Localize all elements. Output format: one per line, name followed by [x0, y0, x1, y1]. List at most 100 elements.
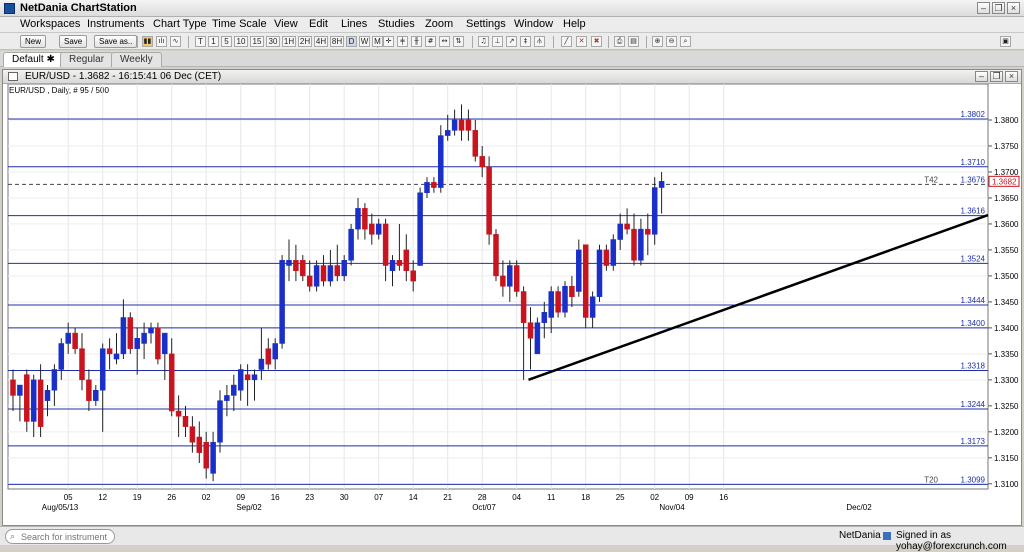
minimize-icon[interactable]: – [977, 2, 990, 14]
horizontal-line-icon[interactable]: ╪ [397, 36, 408, 47]
bar-chart-icon[interactable]: ılı [156, 36, 167, 47]
plot-area [7, 84, 989, 490]
timeframe-1-button[interactable]: 1 [208, 36, 219, 47]
grid-icon[interactable]: # [425, 36, 436, 47]
level-label: 1.3676 [961, 175, 986, 184]
line-chart-icon[interactable]: ∿ [170, 36, 181, 47]
trend-tool-icon[interactable]: ↗ [506, 36, 517, 47]
tab-default[interactable]: Default ✱ [3, 52, 64, 67]
new-button[interactable]: New [20, 35, 47, 48]
candle-body [479, 156, 485, 168]
save-as-button[interactable]: Save as.. [94, 35, 138, 48]
price-chart[interactable]: EUR/USD , Daily, # 95 / 500 05 12 19 26 02 09 1… [3, 84, 1021, 525]
zoom-in-icon[interactable]: ⊕ [652, 36, 663, 47]
candlestick-chart-icon[interactable]: ▮▮ [142, 36, 153, 47]
candle-body [237, 369, 244, 391]
app-title-bar: NetDania ChartStation – ❐ × [0, 0, 1024, 17]
chart-window-title: EUR/USD - 1.3682 - 16:15:41 06 Dec (CET) [25, 71, 222, 82]
timeframe-8h-button[interactable]: 8H [330, 36, 344, 47]
timeframe-4h-button[interactable]: 4H [314, 36, 328, 47]
menu-lines[interactable]: Lines [341, 18, 367, 30]
chart-close-icon[interactable]: × [1005, 71, 1018, 82]
timeframe-w-button[interactable]: W [359, 36, 370, 47]
candle-body [645, 228, 651, 235]
candle-body [569, 286, 575, 297]
menu-instruments[interactable]: Instruments [87, 18, 144, 30]
x-tick-label: 02 [650, 493, 659, 502]
tab-regular[interactable]: Regular [60, 52, 114, 67]
timeframe-15-button[interactable]: 15 [250, 36, 264, 47]
timeframe-5-button[interactable]: 5 [221, 36, 232, 47]
close-icon[interactable]: × [1007, 2, 1020, 14]
pan-icon[interactable]: ↔ [439, 36, 450, 47]
timeframe-d-button[interactable]: D [346, 36, 357, 47]
instrument-search[interactable]: ⌕ [5, 529, 115, 544]
y-tick-label: 1.3700 [994, 168, 1019, 177]
menu-bar: Workspaces Instruments Chart Type Time S… [0, 17, 1024, 33]
candle-body [444, 130, 451, 136]
level-label: 1.3616 [961, 207, 986, 216]
restore-icon[interactable]: ❐ [992, 2, 1005, 14]
save-button[interactable]: Save [59, 35, 88, 48]
menu-settings[interactable]: Settings [466, 18, 506, 30]
chart-minimize-icon[interactable]: – [975, 71, 988, 82]
export-icon[interactable]: ▤ [628, 36, 639, 47]
chart-restore-icon[interactable]: ❐ [990, 71, 1003, 82]
candle-body [369, 223, 375, 235]
candle-body [638, 228, 644, 261]
fibonacci-icon[interactable]: ⊥ [492, 36, 503, 47]
scale-icon[interactable]: ⇅ [453, 36, 464, 47]
candle-body [513, 265, 520, 292]
tab-default-label: Default [12, 54, 44, 65]
candle-body [168, 353, 175, 412]
level-label: 1.3524 [961, 254, 986, 263]
tab-weekly[interactable]: Weekly [111, 52, 162, 67]
candle-body [272, 343, 278, 360]
menu-view[interactable]: View [274, 18, 298, 30]
delete-icon[interactable]: ✕ [576, 36, 587, 47]
vertical-line-icon[interactable]: ╫ [411, 36, 422, 47]
menu-window[interactable]: Window [514, 18, 553, 30]
search-input[interactable] [21, 531, 109, 542]
x-tick-label: 28 [478, 493, 487, 502]
zoom-fit-icon[interactable]: ⌕ [680, 36, 691, 47]
menu-chart-type[interactable]: Chart Type [153, 18, 207, 30]
timeframe-2h-button[interactable]: 2H [298, 36, 312, 47]
candle-body [451, 119, 458, 131]
level-label: 1.3400 [961, 319, 986, 328]
candle-body [196, 436, 203, 453]
menu-workspaces[interactable]: Workspaces [20, 18, 80, 30]
workspace-tabs: Default ✱ Regular Weekly [0, 51, 1024, 67]
candle-body [293, 260, 299, 271]
timeframe-10-button[interactable]: 10 [234, 36, 248, 47]
candle-body [127, 317, 134, 349]
candle-body [382, 223, 389, 266]
menu-time-scale[interactable]: Time Scale [212, 18, 267, 30]
candle-body [562, 286, 568, 313]
candle-body [258, 358, 265, 370]
menu-zoom[interactable]: Zoom [425, 18, 453, 30]
crosshair-icon[interactable]: ✛ [383, 36, 394, 47]
candle-body [417, 192, 423, 266]
timeframe-30-button[interactable]: 30 [266, 36, 280, 47]
candle-body [520, 291, 527, 323]
candle-body [58, 343, 65, 370]
pitchfork-icon[interactable]: ⫛ [534, 36, 545, 47]
timeframe-1h-button[interactable]: 1H [282, 36, 296, 47]
draw-line-icon[interactable]: ╱ [561, 36, 572, 47]
print-icon[interactable]: ⎙ [614, 36, 625, 47]
delete-all-icon[interactable]: ✖ [591, 36, 602, 47]
zoom-out-icon[interactable]: ⊖ [666, 36, 677, 47]
menu-edit[interactable]: Edit [309, 18, 328, 30]
bell-icon[interactable]: ♫ [478, 36, 489, 47]
timeframe-t-button[interactable]: T [195, 36, 206, 47]
candle-body [113, 353, 120, 360]
menu-help[interactable]: Help [563, 18, 586, 30]
toolbar-settings-icon[interactable]: ▣ [1000, 36, 1011, 47]
timeframe-m-button[interactable]: M [372, 36, 383, 47]
search-icon: ⌕ [10, 532, 16, 542]
menu-studies[interactable]: Studies [378, 18, 415, 30]
channel-icon[interactable]: ‡ [520, 36, 531, 47]
level-label: 1.3244 [961, 400, 986, 409]
x-tick-label: 09 [236, 493, 245, 502]
